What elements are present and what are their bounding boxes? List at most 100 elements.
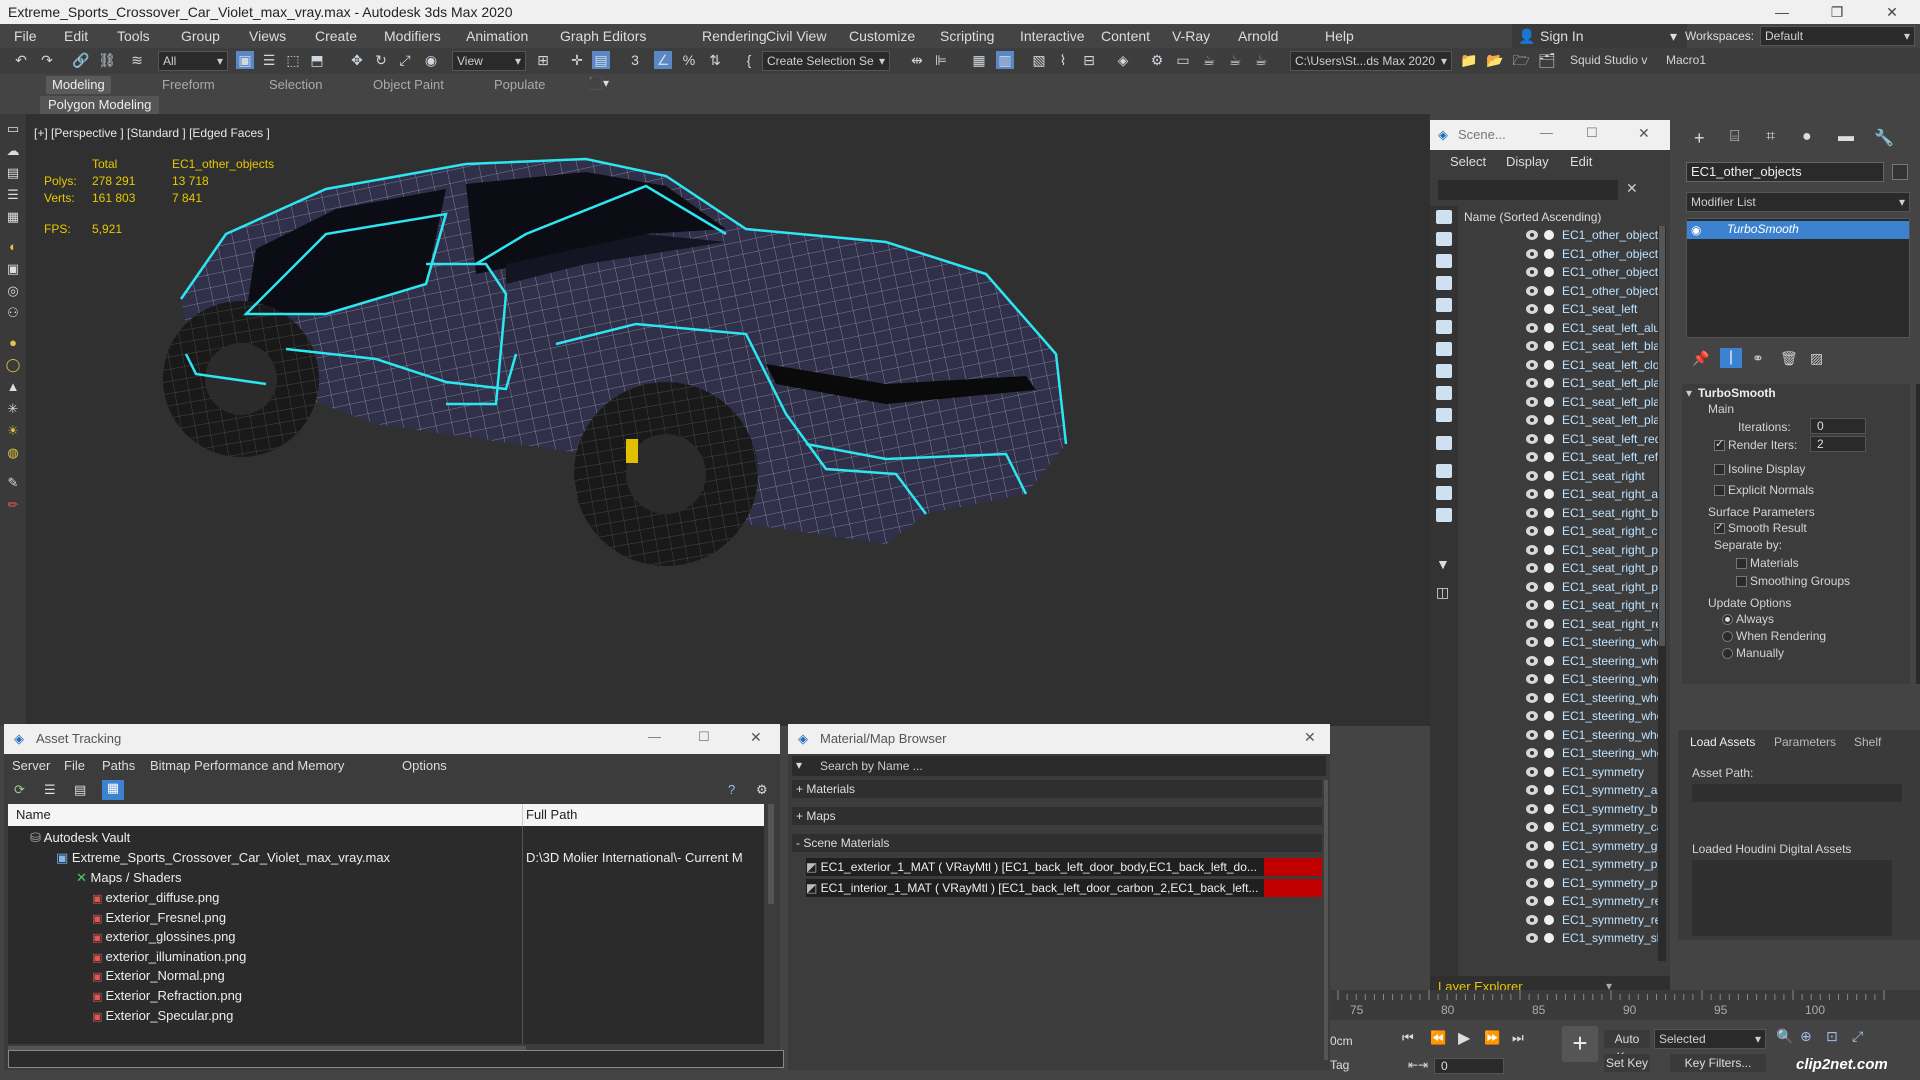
help-icon[interactable]: ? (728, 782, 735, 797)
material-group-header[interactable]: + Materials (792, 780, 1322, 798)
material-search-input[interactable]: ▾ Search by Name ... (792, 756, 1326, 776)
visibility-eye-icon[interactable] (1526, 840, 1538, 851)
helper-icon[interactable]: ✎ (4, 474, 22, 492)
next-frame-icon[interactable]: ⏩ (1484, 1030, 1500, 1046)
freeze-icon[interactable] (1544, 359, 1554, 370)
visibility-eye-icon[interactable] (1526, 859, 1538, 869)
align-icon[interactable]: ⊫ (932, 51, 950, 69)
named-selection-icon[interactable]: { (740, 51, 758, 69)
asset-table-scrollbar[interactable] (768, 804, 774, 904)
object-name-field[interactable]: EC1_other_objects (1686, 162, 1884, 182)
pivot-icon[interactable]: ⊞ (534, 51, 552, 69)
layer-explorer-icon[interactable]: ▥ (996, 51, 1014, 69)
scene-object-row[interactable]: EC1_seat_left_red_ (1458, 430, 1658, 449)
freeze-icon[interactable] (1544, 396, 1554, 407)
freeze-icon[interactable] (1544, 378, 1554, 388)
sun-icon[interactable]: ☀ (4, 422, 22, 440)
scene-object-row[interactable]: EC1_seat_right_clot (1458, 522, 1658, 541)
manually-radio[interactable] (1722, 648, 1733, 659)
visibility-eye-icon[interactable] (1526, 600, 1538, 610)
torus-icon[interactable]: ◯ (4, 356, 22, 374)
scene-object-row[interactable]: EC1_other_objects (1458, 245, 1658, 264)
scene-object-row[interactable]: EC1_seat_right_plas (1458, 559, 1658, 578)
close-icon[interactable]: ✕ (1870, 0, 1914, 24)
visibility-eye-icon[interactable] (1526, 489, 1538, 499)
brush-icon[interactable]: ✏ (4, 496, 22, 514)
set-key-button[interactable]: Set Key (1604, 1054, 1650, 1072)
visibility-eye-icon[interactable] (1526, 618, 1538, 629)
scene-object-row[interactable]: EC1_seat_left_black (1458, 337, 1658, 356)
menu-v-ray[interactable]: V-Ray (1172, 24, 1210, 48)
utilities-tab-icon[interactable]: 🔧 (1874, 128, 1894, 148)
menu-group[interactable]: Group (181, 24, 220, 48)
scene-object-row[interactable]: EC1_other_objects (1458, 282, 1658, 301)
asset-menu-server[interactable]: Server (12, 758, 50, 773)
asset-menu-options[interactable]: Options (402, 758, 447, 773)
key-filters-button[interactable]: Key Filters... (1670, 1054, 1766, 1072)
angle-snap-icon[interactable]: ∠ (654, 51, 672, 69)
scene-object-row[interactable]: EC1_seat_left_plast (1458, 393, 1658, 412)
render-iters-spinner[interactable]: 2 (1810, 436, 1866, 452)
light-icon[interactable]: ✳ (4, 400, 22, 418)
bitmap-row[interactable]: ▣ exterior_glossines.png (92, 927, 236, 947)
menu-modifiers[interactable]: Modifiers (384, 24, 441, 48)
visibility-eye-icon[interactable] (1526, 267, 1538, 277)
asset-status-field[interactable] (8, 1050, 784, 1068)
visibility-eye-icon[interactable] (1526, 378, 1538, 388)
visibility-eye-icon[interactable] (1526, 544, 1538, 555)
isoline-checkbox[interactable] (1714, 464, 1725, 475)
visibility-eye-icon[interactable] (1526, 470, 1538, 481)
table-view-icon[interactable]: ▦ (102, 780, 124, 800)
rollout-collapse-icon[interactable]: ▾ (1686, 386, 1692, 400)
sphere-icon[interactable]: ● (4, 334, 22, 352)
freeze-icon[interactable] (1544, 526, 1554, 536)
lock-icon[interactable]: ◫ (1436, 584, 1449, 601)
key-set-dropdown[interactable]: Selected (1654, 1029, 1766, 1049)
scene-material-item[interactable]: ◩ EC1_exterior_1_MAT ( VRayMtl ) [EC1_ba… (806, 858, 1322, 876)
scene-object-row[interactable]: EC1_symmetry_red (1458, 892, 1658, 911)
modifier-list-dropdown[interactable]: Modifier List (1686, 192, 1910, 212)
freeze-icon[interactable] (1544, 803, 1554, 814)
scene-object-row[interactable]: EC1_steering_whee (1458, 670, 1658, 689)
render-iters-checkbox[interactable] (1714, 437, 1725, 451)
visibility-eye-icon[interactable] (1526, 711, 1538, 721)
visibility-eye-icon[interactable] (1526, 359, 1538, 370)
freeze-icon[interactable] (1544, 618, 1554, 629)
display-tab-icon[interactable]: ▬ (1838, 128, 1854, 146)
visibility-eye-icon[interactable] (1526, 692, 1538, 703)
maximize-viewport-icon[interactable]: ⤢ (1852, 1028, 1863, 1045)
select-object-icon[interactable]: ▣ (236, 51, 254, 69)
minimize-icon[interactable]: — (648, 729, 661, 744)
remove-modifier-icon[interactable]: 🗑 (1780, 350, 1798, 367)
visibility-eye-icon[interactable] (1526, 766, 1538, 777)
visibility-eye-icon[interactable] (1526, 896, 1538, 906)
scene-object-row[interactable]: EC1_seat_right (1458, 467, 1658, 486)
freeze-icon[interactable] (1544, 637, 1554, 647)
visibility-eye-icon[interactable] (1526, 526, 1538, 536)
go-start-icon[interactable]: ⏮ (1402, 1030, 1414, 1046)
freeze-icon[interactable] (1544, 877, 1554, 888)
filter-lights-icon[interactable] (1436, 254, 1452, 268)
schematic-icon[interactable]: ⊟ (1080, 51, 1098, 69)
visibility-eye-icon[interactable] (1526, 507, 1538, 518)
scene-object-row[interactable]: EC1_steering_whee (1458, 726, 1658, 745)
play-icon[interactable]: ▶ (1458, 1028, 1470, 1048)
menu-tools[interactable]: Tools (117, 24, 150, 48)
visibility-eye-icon[interactable] (1526, 322, 1538, 333)
snap-3d-icon[interactable]: 3 (626, 51, 644, 69)
filter-cameras-icon[interactable] (1436, 276, 1452, 290)
scene-object-row[interactable]: EC1_symmetry (1458, 763, 1658, 782)
prev-frame-icon[interactable]: ⏪ (1430, 1030, 1446, 1046)
freeze-icon[interactable] (1544, 415, 1554, 425)
explicit-normals-checkbox[interactable] (1714, 485, 1725, 496)
current-frame-spinner[interactable]: 0 (1434, 1058, 1504, 1074)
always-radio[interactable] (1722, 614, 1733, 625)
freeze-icon[interactable] (1544, 748, 1554, 758)
scene-object-row[interactable]: EC1_steering_whee (1458, 633, 1658, 652)
freeze-icon[interactable] (1544, 230, 1554, 240)
filter-warps-icon[interactable] (1436, 320, 1452, 334)
search-options-icon[interactable]: ▾ (796, 758, 802, 772)
percent-snap-icon[interactable]: % (680, 51, 698, 69)
visibility-eye-icon[interactable] (1526, 803, 1538, 814)
scene-object-row[interactable]: EC1_seat_left_plast (1458, 374, 1658, 393)
